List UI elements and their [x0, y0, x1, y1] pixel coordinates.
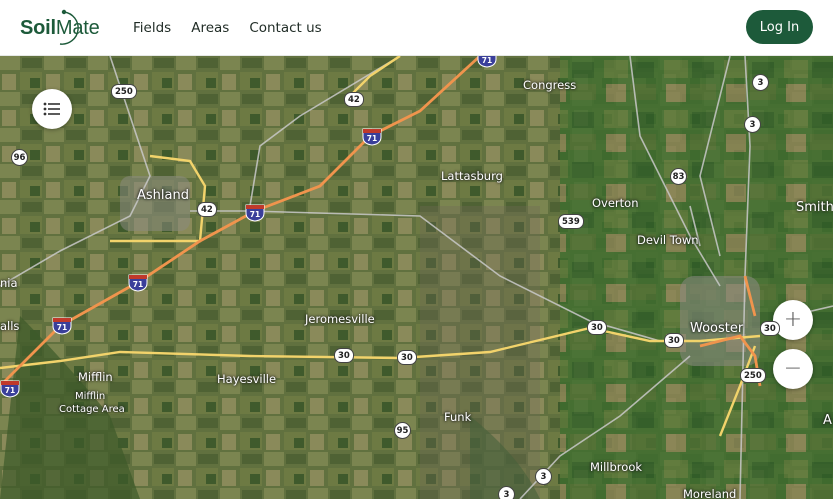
place-label: nia	[0, 276, 18, 290]
route-shield: 42	[344, 92, 364, 107]
satellite-imagery	[0, 56, 833, 499]
top-navigation-bar: SoilMate Fields Areas Contact us Log In	[0, 0, 833, 56]
place-label: A	[823, 413, 832, 428]
place-label: Wooster	[690, 321, 744, 336]
place-label: Smith	[796, 200, 833, 215]
satellite-map[interactable]: + − Congress Ashland Lattasburg Overton …	[0, 56, 833, 499]
soilmate-logo[interactable]: SoilMate	[20, 8, 115, 48]
logo-text: SoilMate	[20, 17, 100, 39]
place-label: Cottage Area	[59, 404, 125, 415]
list-icon	[43, 102, 60, 116]
zoom-in-button[interactable]: +	[773, 300, 813, 340]
route-shield: 95	[394, 422, 411, 439]
route-shield: 30	[760, 321, 780, 336]
plus-icon: +	[783, 307, 803, 332]
place-label: Devil Town	[637, 233, 699, 247]
route-shield: 83	[670, 168, 687, 185]
place-label: Ashland	[137, 188, 189, 203]
route-shield: 3	[744, 116, 761, 133]
nav-link-contact-us[interactable]: Contact us	[249, 20, 321, 36]
interstate-shield-icon: 71	[0, 380, 20, 398]
nav-link-fields[interactable]: Fields	[133, 20, 171, 36]
route-shield: 30	[664, 333, 684, 348]
place-label: alls	[0, 319, 20, 333]
place-label: Moreland	[683, 487, 737, 499]
route-shield: 3	[752, 74, 769, 91]
interstate-shield-icon: 71	[477, 56, 497, 68]
place-label: Lattasburg	[441, 169, 503, 183]
place-label: Hayesville	[217, 372, 277, 386]
route-shield: 3	[498, 486, 515, 499]
place-label: Jeromesville	[305, 312, 375, 326]
interstate-shield-icon: 71	[362, 128, 382, 146]
place-label: Mifflin	[75, 391, 106, 402]
place-label: Funk	[444, 410, 472, 424]
zoom-out-button[interactable]: −	[773, 349, 813, 389]
interstate-shield-icon: 71	[52, 317, 72, 335]
minus-icon: −	[783, 356, 803, 381]
route-shield: 250	[740, 368, 766, 383]
route-shield: 96	[11, 149, 28, 166]
login-button[interactable]: Log In	[746, 10, 813, 44]
route-shield: 250	[111, 84, 137, 99]
main-nav: Fields Areas Contact us	[133, 20, 322, 36]
route-shield: 30	[334, 348, 354, 363]
interstate-shield-icon: 71	[245, 204, 265, 222]
place-label: Mifflin	[78, 370, 113, 384]
route-shield: 30	[587, 320, 607, 335]
nav-link-areas[interactable]: Areas	[191, 20, 229, 36]
route-shield: 3	[535, 468, 552, 485]
route-shield: 30	[397, 350, 417, 365]
place-label: Overton	[592, 196, 639, 210]
interstate-shield-icon: 71	[128, 274, 148, 292]
route-shield: 42	[197, 202, 217, 217]
place-label: Millbrook	[590, 460, 643, 474]
route-shield: 539	[558, 214, 584, 229]
place-label: Congress	[523, 78, 577, 92]
layers-toggle-button[interactable]	[32, 89, 72, 129]
